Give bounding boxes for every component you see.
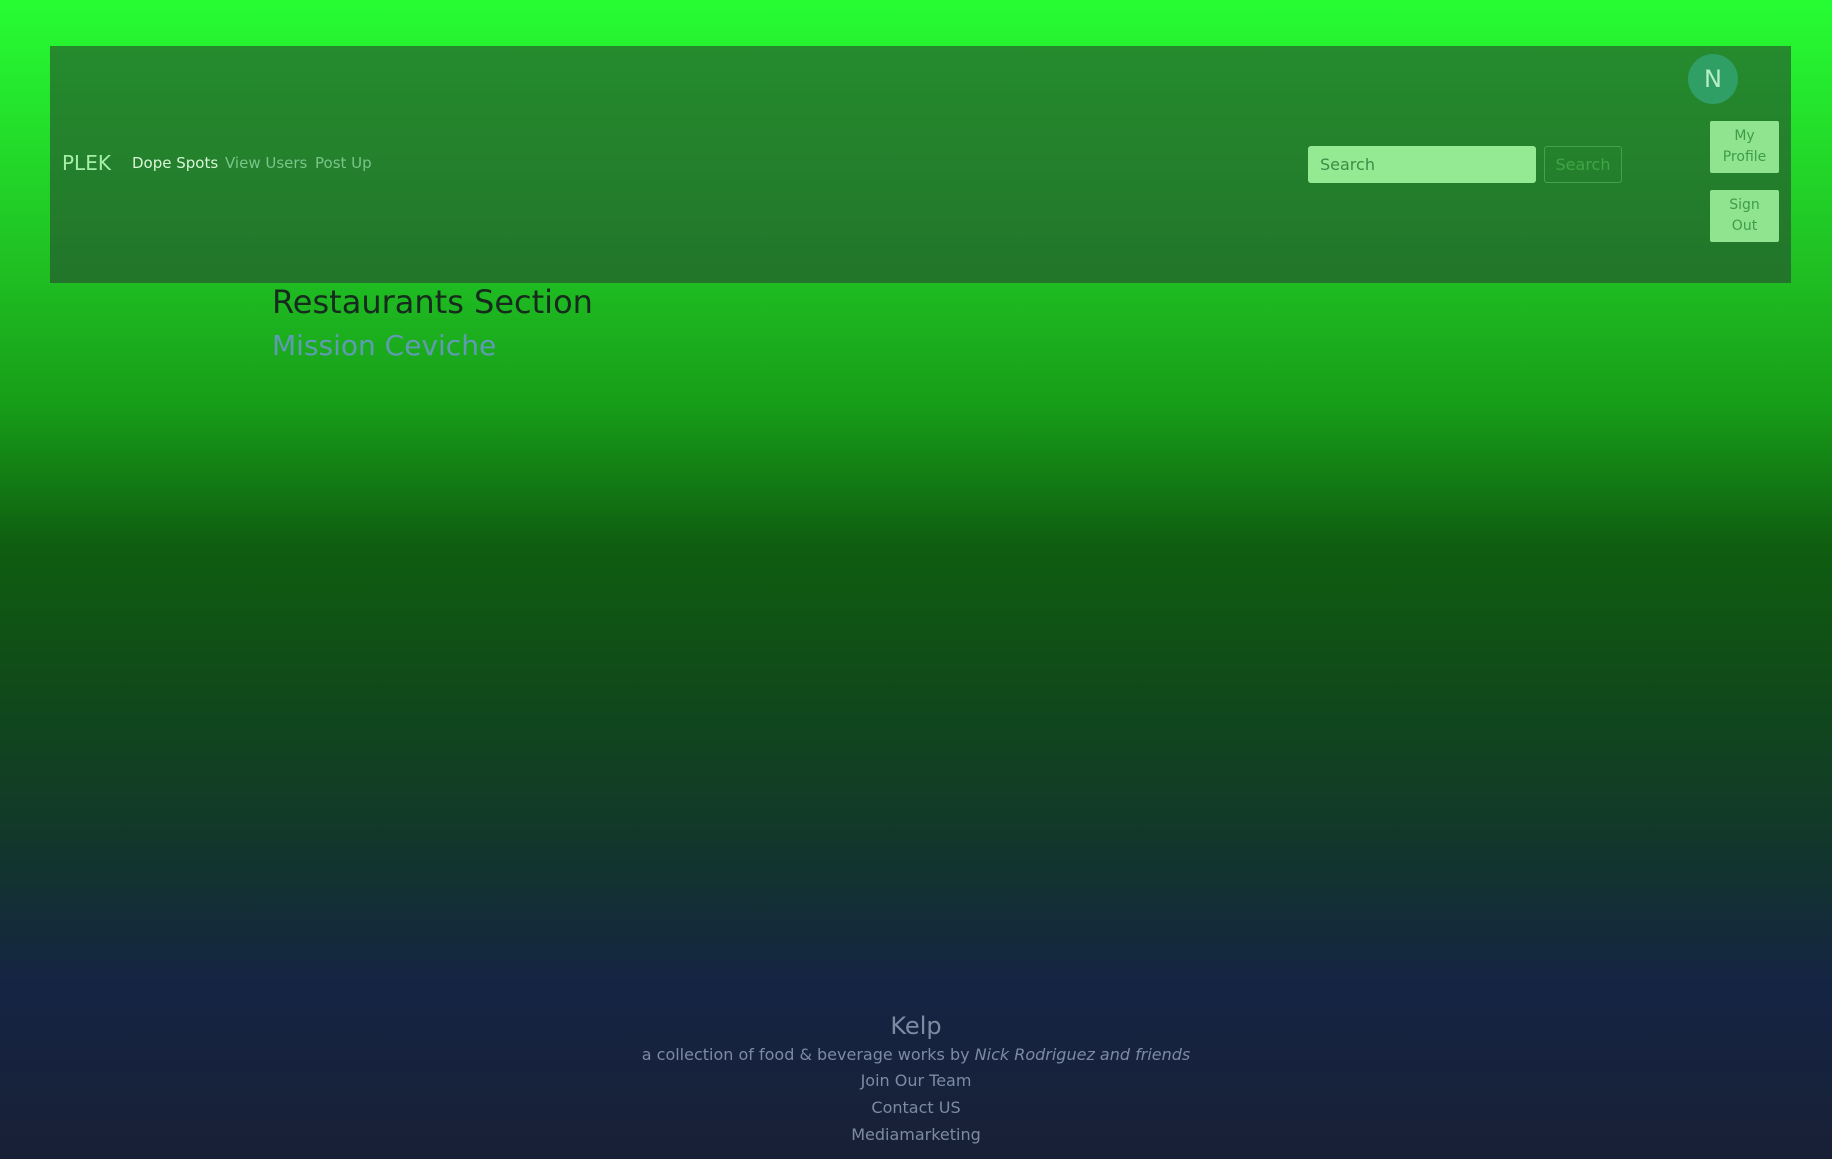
footer: Kelp a collection of food & beverage wor… <box>0 1011 1832 1148</box>
brand-link[interactable]: PLEK <box>62 153 111 173</box>
search-button[interactable]: Search <box>1544 146 1622 183</box>
footer-link-join-our-team[interactable]: Join Our Team <box>0 1067 1832 1094</box>
footer-tagline-author: Nick Rodriguez and friends <box>974 1045 1191 1064</box>
nav-link-dope-spots[interactable]: Dope Spots <box>132 156 218 171</box>
footer-tagline-prefix: a collection of food & beverage works by <box>641 1045 975 1064</box>
nav-link-post-up[interactable]: Post Up <box>315 156 372 171</box>
footer-link-mediamarketing[interactable]: Mediamarketing <box>0 1121 1832 1148</box>
search-input[interactable] <box>1308 146 1536 183</box>
footer-link-contact-us[interactable]: Contact US <box>0 1094 1832 1121</box>
restaurant-link[interactable]: Mission Ceviche <box>272 329 496 363</box>
nav-link-view-users[interactable]: View Users <box>225 156 307 171</box>
my-profile-button[interactable]: My Profile <box>1710 121 1779 173</box>
user-avatar[interactable]: N <box>1688 54 1738 104</box>
section-title: Restaurants Section <box>272 283 593 321</box>
footer-title: Kelp <box>890 1012 942 1040</box>
sign-out-button[interactable]: Sign Out <box>1710 190 1779 242</box>
avatar-initial: N <box>1704 65 1722 93</box>
footer-tagline: a collection of food & beverage works by… <box>0 1043 1832 1067</box>
navbar: PLEK Dope Spots View Users Post Up Searc… <box>50 46 1791 283</box>
